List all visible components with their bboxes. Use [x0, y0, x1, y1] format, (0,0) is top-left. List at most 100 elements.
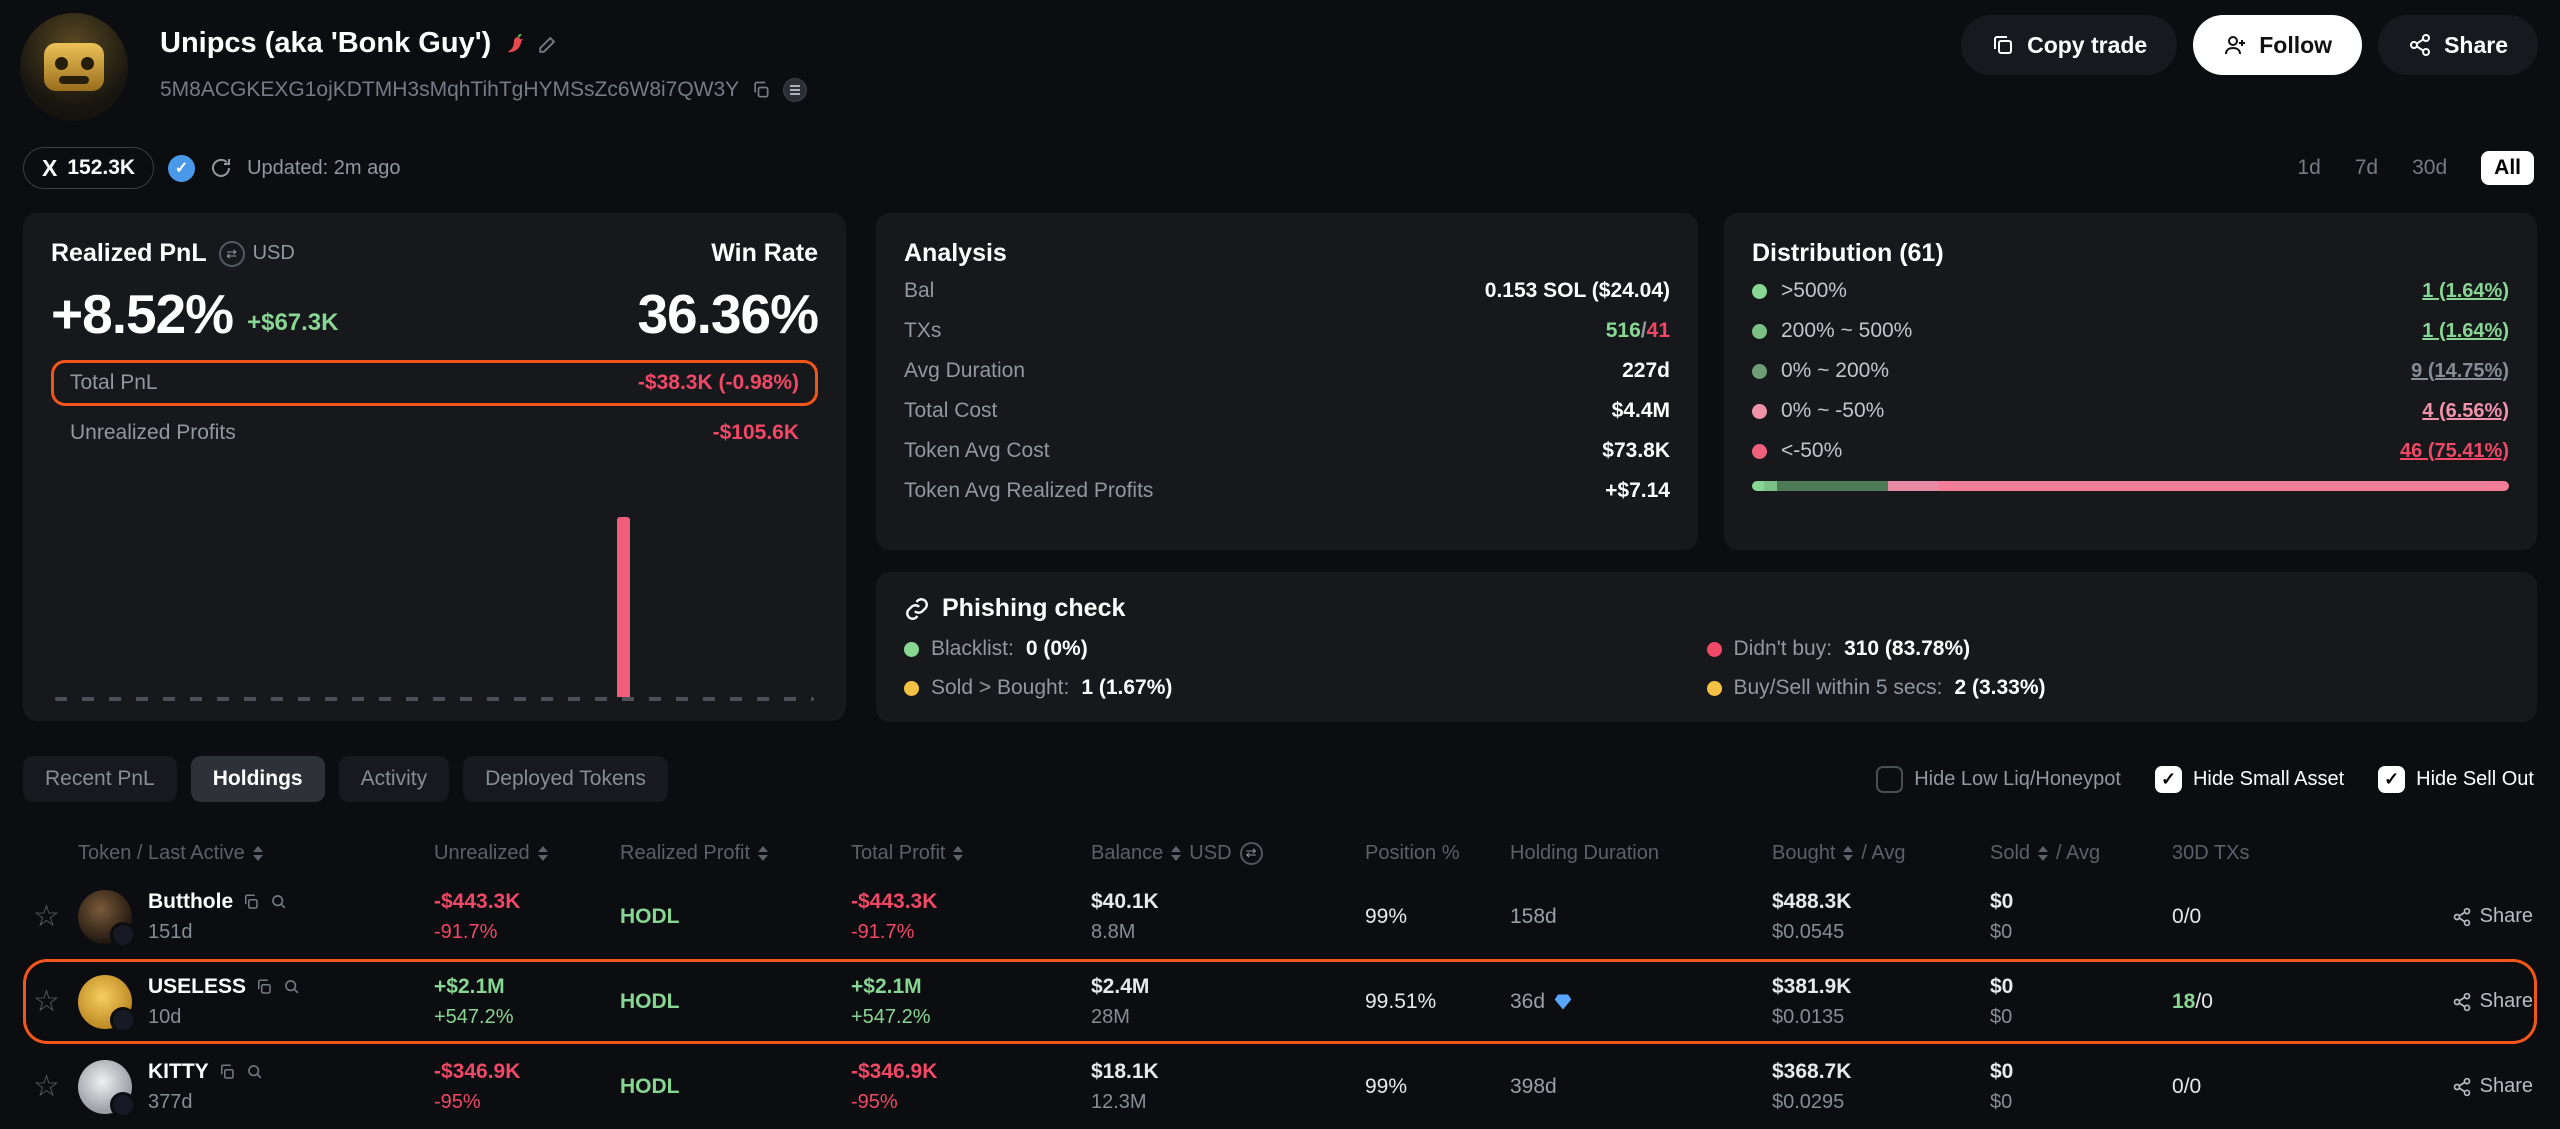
- token-name[interactable]: Butthole: [148, 890, 233, 914]
- filter-30d[interactable]: 30d: [2412, 156, 2447, 180]
- txs-30d-cell: 0/0: [2172, 905, 2427, 929]
- currency-swap-icon[interactable]: ⇄: [1240, 842, 1263, 865]
- table-tabs: Recent PnL Holdings Activity Deployed To…: [23, 756, 668, 802]
- phishing-check-panel: Phishing check Blacklist: 0 (0%) Didn't …: [876, 572, 2537, 722]
- search-token-icon[interactable]: [269, 892, 288, 911]
- bought-cell: $488.3K $0.0545: [1772, 890, 1990, 944]
- token-cell: Butthole 151d: [78, 890, 434, 944]
- tab-holdings[interactable]: Holdings: [191, 756, 325, 802]
- wallet-address: 5M8ACGKEXG1ojKDTMH3sMqhTihTgHYMSsZc6W8i7…: [160, 78, 739, 102]
- favorite-star-icon[interactable]: ☆: [23, 1069, 78, 1104]
- unrealized-cell: -$443.3K -91.7%: [434, 890, 620, 944]
- favorite-star-icon[interactable]: ☆: [23, 984, 78, 1019]
- analysis-panel: Analysis Bal 0.153 SOL ($24.04) TXs 516/…: [876, 213, 1698, 550]
- token-avatar: [78, 975, 132, 1029]
- tab-activity[interactable]: Activity: [339, 756, 450, 802]
- realized-profit-cell: HODL: [620, 1075, 851, 1099]
- search-token-icon[interactable]: [245, 1062, 264, 1081]
- row-share-button[interactable]: Share: [2427, 905, 2537, 928]
- search-token-icon[interactable]: [282, 977, 301, 996]
- distribution-count-link[interactable]: 4 (6.56%): [2422, 400, 2509, 423]
- share-button[interactable]: Share: [2378, 15, 2538, 75]
- col-total-profit[interactable]: Total Profit: [851, 842, 1091, 865]
- holding-duration-cell: 36d: [1510, 990, 1772, 1014]
- balance-cell: $40.1K 8.8M: [1091, 890, 1365, 944]
- token-cell: USELESS 10d: [78, 975, 434, 1029]
- refresh-icon[interactable]: [209, 156, 233, 180]
- sort-icon[interactable]: [253, 846, 263, 861]
- analysis-row-token-avg-cost: Token Avg Cost $73.8K: [904, 431, 1670, 471]
- token-last-active: 151d: [148, 921, 288, 944]
- token-name[interactable]: USELESS: [148, 975, 246, 999]
- hide-low-liq-checkbox[interactable]: Hide Low Liq/Honeypot: [1876, 766, 2121, 793]
- row-share-button[interactable]: Share: [2427, 990, 2537, 1013]
- col-token[interactable]: Token / Last Active: [78, 842, 434, 865]
- profile-block: Unipcs (aka 'Bonk Guy') 5M8ACGKEXG1ojKDT…: [20, 13, 807, 121]
- copy-token-icon[interactable]: [242, 893, 260, 911]
- share-nodes-icon: [2408, 33, 2432, 57]
- hide-small-asset-checkbox[interactable]: ✓ Hide Small Asset: [2155, 766, 2344, 793]
- explorer-icon[interactable]: [783, 78, 807, 102]
- col-30d-txs: 30D TXs: [2172, 842, 2427, 865]
- twitter-followers-badge[interactable]: X 152.3K: [23, 147, 154, 189]
- col-unrealized[interactable]: Unrealized: [434, 842, 620, 865]
- phishing-didnt-buy: Didn't buy: 310 (83.78%): [1707, 637, 2510, 661]
- edit-name-icon[interactable]: [537, 33, 559, 55]
- hide-sell-out-checkbox[interactable]: ✓ Hide Sell Out: [2378, 766, 2534, 793]
- distribution-row: 0% ~ -50% 4 (6.56%): [1752, 391, 2509, 431]
- col-realized-profit[interactable]: Realized Profit: [620, 842, 851, 865]
- table-row-kitty[interactable]: ☆ KITTY 377d -$346.9K -95% HODL -$346.9K…: [23, 1044, 2537, 1129]
- row-share-button[interactable]: Share: [2427, 1075, 2537, 1098]
- currency-toggle[interactable]: ⇄ USD: [219, 241, 295, 267]
- checkbox-checked-icon: ✓: [2155, 766, 2182, 793]
- sort-icon[interactable]: [2038, 846, 2048, 861]
- sort-icon[interactable]: [538, 846, 548, 861]
- phishing-buysell-5secs: Buy/Sell within 5 secs: 2 (3.33%): [1707, 676, 2510, 700]
- sold-cell: $0 $0: [1990, 975, 2172, 1029]
- pepper-emoji-icon: [503, 32, 525, 56]
- distribution-count-link[interactable]: 46 (75.41%): [2400, 440, 2509, 463]
- total-pnl-value: -$38.3K (-0.98%): [638, 371, 799, 395]
- copy-trade-icon: [1991, 33, 2015, 57]
- copy-token-icon[interactable]: [255, 978, 273, 996]
- sort-icon[interactable]: [953, 846, 963, 861]
- distribution-count-link[interactable]: 9 (14.75%): [2411, 360, 2509, 383]
- holding-duration-cell: 158d: [1510, 905, 1772, 929]
- distribution-count-link[interactable]: 1 (1.64%): [2422, 280, 2509, 303]
- filter-7d[interactable]: 7d: [2355, 156, 2378, 180]
- link-icon: [904, 596, 930, 622]
- copy-trade-button[interactable]: Copy trade: [1961, 15, 2177, 75]
- filter-all[interactable]: All: [2481, 151, 2534, 185]
- profile-avatar: [20, 13, 128, 121]
- col-balance[interactable]: Balance USD ⇄: [1091, 842, 1365, 865]
- col-bought[interactable]: Bought / Avg: [1772, 842, 1990, 865]
- analysis-row-token-avg-realized: Token Avg Realized Profits +$7.14: [904, 471, 1670, 511]
- follow-button[interactable]: Follow: [2193, 15, 2362, 75]
- table-row-useless-highlighted[interactable]: ☆ USELESS 10d +$2.1M +547.2% HODL +$2.1M…: [23, 959, 2537, 1044]
- tab-recent-pnl[interactable]: Recent PnL: [23, 756, 177, 802]
- unrealized-cell: -$346.9K -95%: [434, 1060, 620, 1114]
- favorite-star-icon[interactable]: ☆: [23, 899, 78, 934]
- token-name[interactable]: KITTY: [148, 1060, 209, 1084]
- sort-icon[interactable]: [1843, 846, 1853, 861]
- pnl-chart-bar: [617, 517, 630, 697]
- txs-30d-cell: 0/0: [2172, 1075, 2427, 1099]
- table-row-butthole[interactable]: ☆ Butthole 151d -$443.3K -91.7% HODL -$4…: [23, 874, 2537, 959]
- col-sold[interactable]: Sold / Avg: [1990, 842, 2172, 865]
- sort-icon[interactable]: [758, 846, 768, 861]
- top-bar: Unipcs (aka 'Bonk Guy') 5M8ACGKEXG1ojKDT…: [0, 0, 2560, 121]
- tab-deployed-tokens[interactable]: Deployed Tokens: [463, 756, 668, 802]
- total-profit-cell: +$2.1M +547.2%: [851, 975, 1091, 1029]
- total-profit-cell: -$346.9K -95%: [851, 1060, 1091, 1114]
- share-nodes-icon: [2452, 907, 2472, 927]
- copy-token-icon[interactable]: [218, 1063, 236, 1081]
- filter-1d[interactable]: 1d: [2297, 156, 2320, 180]
- sort-icon[interactable]: [1171, 846, 1181, 861]
- stats-panels: Realized PnL ⇄ USD Win Rate +8.52% +$67.…: [23, 213, 2537, 722]
- realized-profit-cell: HODL: [620, 905, 851, 929]
- copy-address-icon[interactable]: [751, 80, 771, 100]
- balance-cell: $2.4M 28M: [1091, 975, 1365, 1029]
- distribution-count-link[interactable]: 1 (1.64%): [2422, 320, 2509, 343]
- phishing-blacklist: Blacklist: 0 (0%): [904, 637, 1707, 661]
- sold-cell: $0 $0: [1990, 890, 2172, 944]
